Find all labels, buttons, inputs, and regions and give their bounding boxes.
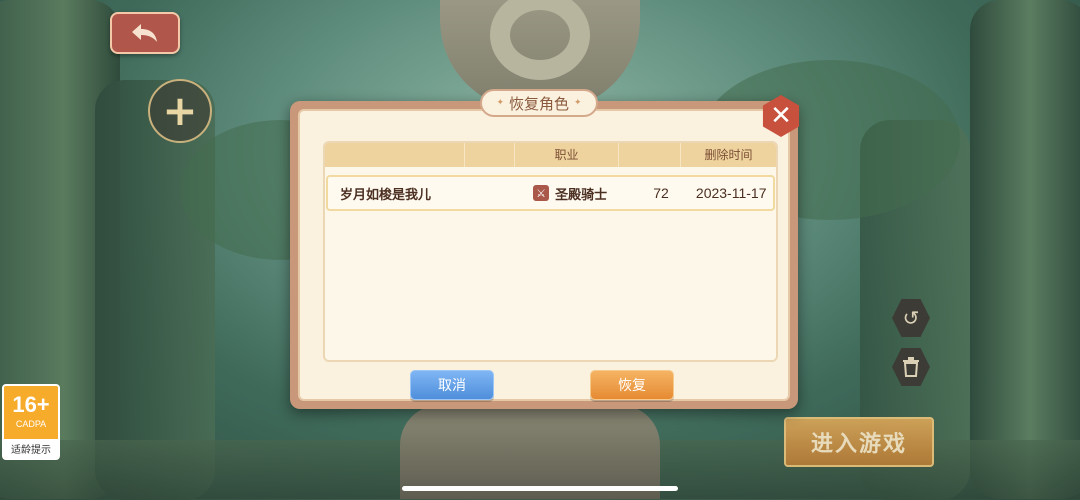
- restore-button[interactable]: 恢复: [590, 370, 674, 400]
- age-rating-tip: 适龄提示: [4, 439, 58, 458]
- character-job: ⚔ 圣殿骑士: [533, 184, 633, 203]
- dialog-title-pill: ✦ 恢复角色 ✦: [480, 89, 598, 117]
- character-job-label: 圣殿骑士: [555, 187, 608, 203]
- tree-trunk-left-inner: [95, 80, 215, 500]
- tree-trunk-right: [970, 0, 1080, 499]
- header-job: 职业: [515, 143, 619, 167]
- rotate-icon: ↺: [902, 306, 920, 330]
- sword-icon: ⚔: [533, 185, 550, 201]
- plus-icon: +: [162, 86, 198, 135]
- sparkle-icon: ✦: [574, 98, 582, 108]
- table-header: 职业 删除时间: [325, 143, 776, 167]
- table-row[interactable]: 岁月如梭是我儿 ⚔ 圣殿骑士 72 2023-11-17: [326, 175, 775, 211]
- header-deleted-time: 删除时间: [704, 148, 753, 162]
- sparkle-icon: ✦: [496, 98, 504, 108]
- character-level: 72: [653, 185, 669, 201]
- age-rating-org: CADPA: [15, 419, 47, 429]
- dialog-panel: 职业 删除时间 岁月如梭是我儿 ⚔ 圣殿骑士 72 2023-11-17 取消 …: [298, 109, 790, 401]
- header-spacer: [465, 143, 515, 167]
- age-rating-number: 16+: [12, 392, 50, 417]
- enter-game-button[interactable]: 进入游戏: [784, 417, 934, 467]
- header-name: [325, 143, 465, 167]
- restore-character-dialog: 职业 删除时间 岁月如梭是我儿 ⚔ 圣殿骑士 72 2023-11-17 取消 …: [290, 89, 800, 409]
- age-rating-badge[interactable]: 16+ CADPA 适龄提示: [2, 384, 60, 460]
- home-indicator[interactable]: [402, 486, 678, 491]
- back-arrow-icon: [132, 24, 157, 42]
- add-character-button[interactable]: +: [148, 79, 212, 143]
- close-icon: ✕: [770, 101, 792, 131]
- header-level: [619, 143, 681, 167]
- back-button[interactable]: [110, 12, 180, 54]
- trash-icon: [903, 357, 919, 377]
- character-deleted-date: 2023-11-17: [695, 185, 767, 201]
- dialog-title: 恢复角色: [508, 94, 569, 113]
- character-name: 岁月如梭是我儿: [340, 187, 432, 203]
- deleted-characters-table: 职业 删除时间 岁月如梭是我儿 ⚔ 圣殿骑士 72 2023-11-17: [323, 141, 778, 362]
- cancel-button[interactable]: 取消: [410, 370, 494, 400]
- stone-pedestal: [400, 405, 660, 499]
